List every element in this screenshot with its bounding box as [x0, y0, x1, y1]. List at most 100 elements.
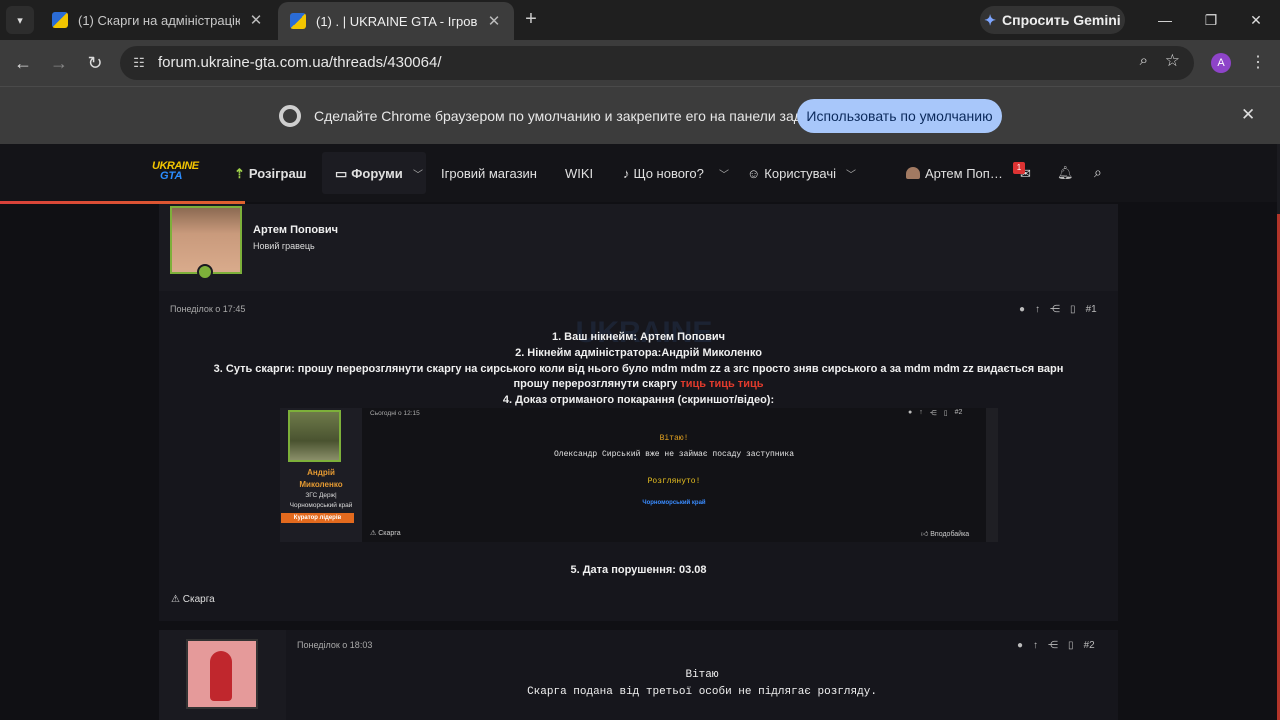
chevron-down-icon[interactable]: ﹀ [846, 166, 856, 181]
bookmark-icon[interactable]: ▯ [1068, 640, 1074, 651]
alerts-bell-icon[interactable]: 🔔︎ [1057, 165, 1074, 181]
avatar-figure [210, 651, 232, 701]
upvote-icon[interactable]: ↑ [1035, 304, 1040, 315]
report-link[interactable]: ⚠ Скарга [171, 594, 215, 605]
nav-shop[interactable]: Ігровий магазин [441, 166, 537, 181]
embed-user-title: ЗГС Держ| [305, 492, 337, 499]
default-browser-infobar: Сделайте Chrome браузером по умолчанию и… [0, 86, 1280, 144]
reply-number[interactable]: #2 [1084, 640, 1095, 651]
embed-user-region: Чорноморський край [289, 502, 353, 509]
search-icon[interactable]: ⌕ [1094, 164, 1102, 181]
profile-avatar[interactable]: A [1211, 53, 1231, 73]
share-icon[interactable]: ⋲ [1048, 640, 1058, 651]
new-tab-button[interactable]: + [520, 8, 542, 30]
online-badge-icon [197, 264, 213, 280]
upvote-icon: ↑ [919, 409, 923, 416]
forward-button[interactable]: → [46, 50, 72, 76]
embed-greeting: Вітаю! [659, 434, 689, 443]
zoom-icon[interactable]: ⌕ [1140, 52, 1148, 69]
chevron-down-icon[interactable]: ﹀ [413, 166, 423, 181]
reply-date[interactable]: Понеділок о 18:03 [297, 640, 372, 650]
close-infobar-icon[interactable]: ✕ [1241, 105, 1255, 125]
close-tab-icon[interactable]: ✕ [248, 11, 264, 29]
complaint-line-admin: 2. Нікнейм адміністратора:Андрій Миколен… [515, 347, 762, 359]
author-name[interactable]: Артем Попович [253, 224, 338, 236]
embed-message: Олександр Сирський вже не займає посаду … [553, 450, 795, 459]
share-icon[interactable]: ⋲ [1050, 304, 1060, 315]
chrome-logo-icon [279, 105, 301, 127]
reaction-icon[interactable]: ● [1019, 304, 1025, 315]
reply-greeting: Вітаю [685, 669, 719, 681]
palm-icon: ⇡ [234, 166, 245, 181]
embed-date: Сьогодні о 12:15 [370, 410, 420, 417]
browser-tab-bar: ▾ (1) Скарги на адміністрацію | U ✕ (1) … [0, 0, 1280, 40]
author-role: Новий гравець [253, 241, 315, 251]
complaint-line-date: 5. Дата порушення: 03.08 [570, 564, 707, 576]
embed-avatar [288, 410, 341, 462]
embed-region: Чорноморський край [642, 500, 706, 506]
tab-title: (1) . | UKRAINE GTA - Ігровий ф [316, 13, 478, 29]
embed-actions: ● ↑ ⋲ ▯ #2 [908, 409, 962, 417]
bell-small-icon: ♪ [623, 166, 630, 181]
user-mini-avatar [906, 167, 920, 179]
embed-scrollbar [986, 408, 998, 542]
upvote-icon[interactable]: ↑ [1033, 640, 1038, 651]
restore-window-button[interactable]: ❐ [1199, 8, 1223, 32]
reaction-icon[interactable]: ● [1017, 640, 1023, 651]
post-date[interactable]: Понеділок о 17:45 [170, 304, 245, 314]
gemini-button[interactable]: ✦ Спросить Gemini [980, 6, 1125, 34]
site-favicon-icon [290, 13, 306, 29]
close-tab-icon[interactable]: ✕ [486, 12, 502, 30]
site-navigation: UKRAINE GTA ⇡ Розіграш ▭ Форуми ﹀ Ігровий … [0, 144, 1277, 202]
forum-page: UKRAINE GTA ⇡ Розіграш ▭ Форуми ﹀ Ігровий … [0, 144, 1280, 720]
reaction-icon: ● [908, 409, 913, 416]
browser-toolbar: ← → ↻ ☷ forum.ukraine-gta.com.ua/threads… [0, 40, 1280, 86]
curator-badge: Куратор лідерів [281, 513, 354, 523]
embed-like: 👍︎ Вподобайка [921, 531, 970, 538]
post-actions: ● ↑ ⋲ ▯ #1 [1019, 304, 1097, 315]
complaint-line-nickname: 1. Ваш нікнейм: Артем Попович [551, 331, 726, 343]
address-bar[interactable]: ☷ forum.ukraine-gta.com.ua/threads/43006… [120, 46, 1194, 80]
bookmark-icon[interactable]: ▯ [1070, 304, 1076, 315]
complaint-line-essence: 3. Суть скарги: прошу перерозглянути ска… [213, 363, 1064, 375]
nav-users[interactable]: ☺ Користувачі [747, 166, 836, 181]
bookmark-star-icon[interactable]: ☆ [1165, 51, 1180, 71]
site-favicon-icon [52, 12, 68, 28]
site-info-icon[interactable]: ☷ [128, 52, 150, 74]
url-text[interactable]: forum.ukraine-gta.com.ua/threads/430064/ [158, 54, 442, 71]
browser-tab-active[interactable]: (1) . | UKRAINE GTA - Ігровий ф ✕ [278, 2, 514, 40]
embed-post-number: #2 [954, 409, 963, 416]
warning-icon: ⚠ [171, 594, 180, 605]
embed-report: ⚠ Скарга [370, 530, 401, 537]
nav-wiki[interactable]: WIKI [565, 166, 593, 181]
chevron-down-icon[interactable]: ﹀ [719, 166, 729, 181]
reply-author-avatar[interactable] [186, 639, 258, 709]
gemini-label: Спросить Gemini [1002, 12, 1121, 28]
proof-screenshot[interactable]: Андрій Миколенко ЗГС Держ| Чорноморський… [280, 408, 998, 542]
browser-tab[interactable]: (1) Скарги на адміністрацію | U ✕ [40, 0, 276, 40]
account-menu[interactable]: Артем Поп… [906, 166, 1003, 181]
browser-menu-icon[interactable]: ⋮ [1250, 52, 1266, 72]
infobar-message: Сделайте Chrome браузером по умолчанию и… [314, 108, 821, 124]
embed-reviewed: Розглянуто! [647, 477, 701, 486]
set-default-button[interactable]: Использовать по умолчанию [797, 99, 1002, 133]
inbox-badge: 1 [1013, 162, 1025, 174]
reply-actions: ● ↑ ⋲ ▯ #2 [1017, 640, 1095, 651]
minimize-window-button[interactable]: — [1153, 8, 1177, 32]
complaint-line-request: прошу перерозглянути скаргу тиць тиць ти… [513, 378, 764, 390]
tab-search-button[interactable]: ▾ [6, 6, 34, 34]
tab-title: (1) Скарги на адміністрацію | U [78, 12, 240, 28]
bookmark-icon: ▯ [943, 410, 948, 417]
author-avatar[interactable] [170, 206, 242, 280]
nav-forums[interactable]: ▭ Форуми [335, 166, 403, 182]
nav-giveaway[interactable]: ⇡ Розіграш [234, 166, 307, 182]
close-window-button[interactable]: ✕ [1244, 8, 1268, 32]
nav-whats-new[interactable]: ♪ Що нового? [623, 166, 704, 181]
reload-button[interactable]: ↻ [82, 50, 108, 76]
site-logo[interactable]: UKRAINE GTA [152, 160, 199, 186]
complaint-line-proof: 4. Доказ отриманого покарання (скриншот/… [502, 394, 775, 406]
embed-username-line2: Миколенко [299, 480, 343, 489]
post-number[interactable]: #1 [1086, 304, 1097, 315]
back-button[interactable]: ← [10, 50, 36, 76]
chat-icon: ▭ [335, 166, 348, 181]
